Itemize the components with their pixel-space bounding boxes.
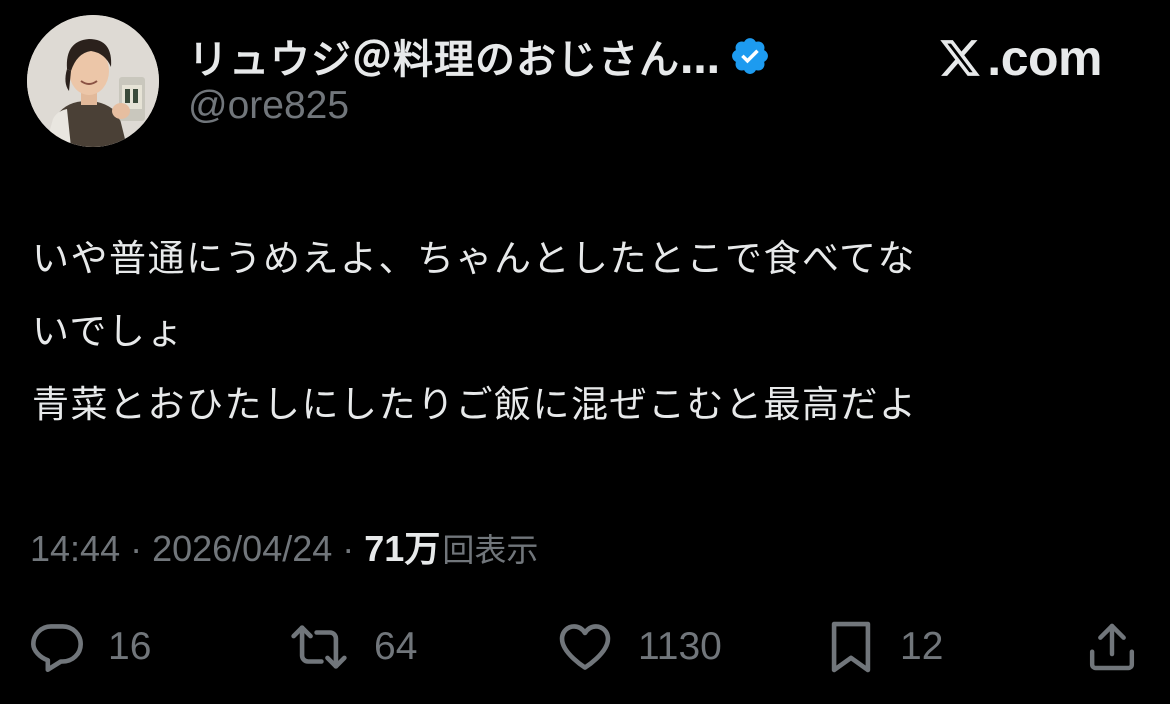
heart-icon [554,618,616,676]
reply-button[interactable]: 16 [28,612,151,682]
share-button[interactable] [1084,612,1140,682]
tweet-time[interactable]: 14:44 [30,528,120,570]
avatar-image [27,15,159,147]
tweet-date[interactable]: 2026/04/24 [152,528,332,570]
tweet-text: いや普通にうめえよ、ちゃんとしたとこで食べてな いでしょ 青菜とおひたしにしたり… [32,222,1142,441]
brand-text: .com [987,30,1102,86]
bookmark-button[interactable]: 12 [824,612,943,682]
x-com-watermark: .com [937,28,1102,88]
views-count[interactable]: 71万 [364,520,440,572]
display-name-row: リュウジ＠料理のおじさん… [188,26,771,86]
avatar[interactable] [27,15,159,147]
x-logo-icon [937,36,983,80]
tweet-line: 青菜とおひたしにしたりご飯に混ぜこむと最高だよ [32,383,918,426]
like-count: 1130 [638,625,722,668]
retweet-count: 64 [374,625,418,668]
reply-icon [28,618,86,676]
tweet-line: いでしょ [32,310,185,353]
user-handle[interactable]: @ore825 [188,84,349,128]
reply-count: 16 [108,625,152,668]
bookmark-count: 12 [900,625,944,668]
tweet-meta: 14:44 · 2026/04/24 · 71万 回表示 [30,520,538,572]
share-icon [1084,618,1140,676]
meta-separator: · [342,528,355,569]
action-bar: 16 64 1130 12 [0,612,1170,682]
retweet-icon [286,618,352,676]
like-button[interactable]: 1130 [554,612,722,682]
bookmark-icon [824,618,878,676]
meta-separator: · [130,528,143,569]
verified-badge-icon [729,35,771,77]
retweet-button[interactable]: 64 [286,612,417,682]
views-label[interactable]: 回表示 [442,525,538,571]
tweet-line: いや普通にうめえよ、ちゃんとしたとこで食べてな [32,237,917,280]
display-name[interactable]: リュウジ＠料理のおじさん… [188,27,721,85]
